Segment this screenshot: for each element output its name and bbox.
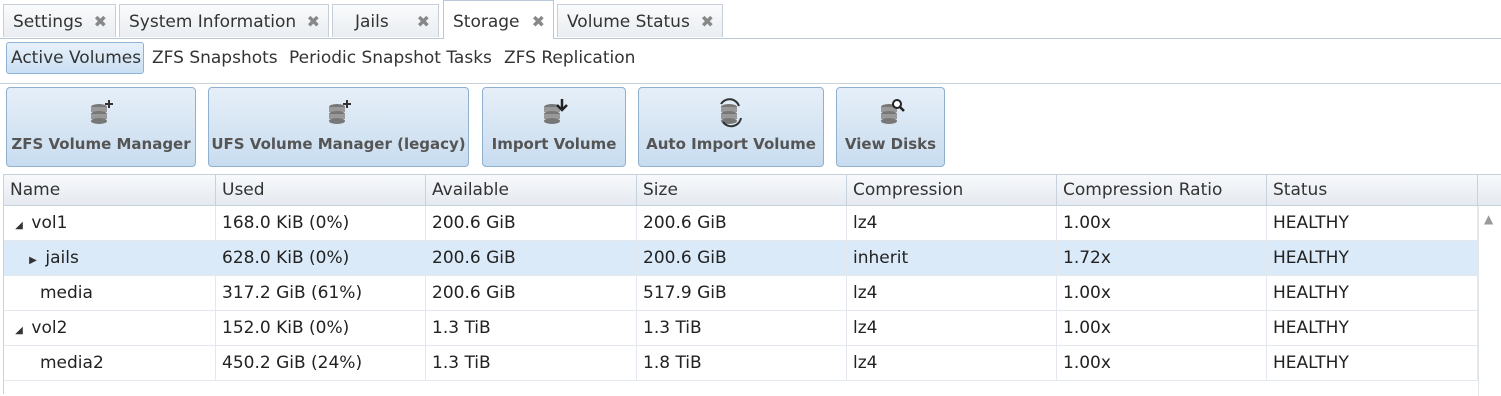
cell-compression: lz4	[847, 276, 1057, 310]
button-label: UFS Volume Manager (legacy)	[211, 135, 466, 153]
cell-compression: lz4	[847, 311, 1057, 345]
row-name: media	[40, 283, 93, 303]
auto-import-volume-button[interactable]: Auto Import Volume	[638, 87, 824, 167]
tab-label: Storage	[453, 12, 520, 32]
column-header-compression[interactable]: Compression	[847, 175, 1057, 205]
cell-available: 200.6 GiB	[426, 276, 637, 310]
tab-label: Jails	[355, 12, 389, 32]
cell-status: HEALTHY	[1267, 206, 1478, 240]
cell-used: 317.2 GiB (61%)	[216, 276, 426, 310]
cell-compression: inherit	[847, 241, 1057, 275]
table-row[interactable]: media 317.2 GiB (61%) 200.6 GiB 517.9 Gi…	[4, 276, 1478, 311]
cell-compression: lz4	[847, 206, 1057, 240]
vertical-scrollbar[interactable]: ▲	[1478, 206, 1501, 396]
column-header-compression-ratio[interactable]: Compression Ratio	[1057, 175, 1267, 205]
row-name: jails	[45, 248, 79, 268]
disk-search-icon	[880, 99, 905, 124]
zfs-volume-manager-button[interactable]: ZFS Volume Manager	[6, 87, 196, 167]
ufs-volume-manager-button[interactable]: UFS Volume Manager (legacy)	[208, 87, 469, 167]
subtab-zfs-snapshots[interactable]: ZFS Snapshots	[148, 42, 282, 74]
expand-arrow-icon[interactable]: ◢	[12, 314, 26, 348]
column-header-available[interactable]: Available	[426, 175, 637, 205]
cell-name: ◢ vol2	[4, 311, 216, 345]
disk-refresh-icon	[720, 98, 742, 128]
close-icon[interactable]: ✖	[94, 12, 107, 31]
tab-label: System Information	[129, 12, 297, 32]
cell-size: 200.6 GiB	[637, 241, 847, 275]
table-row[interactable]: ▶ jails 628.0 KiB (0%) 200.6 GiB 200.6 G…	[4, 241, 1478, 276]
cell-status: HEALTHY	[1267, 276, 1478, 310]
cell-used: 152.0 KiB (0%)	[216, 311, 426, 345]
cell-size: 517.9 GiB	[637, 276, 847, 310]
cell-available: 200.6 GiB	[426, 241, 637, 275]
cell-name: media2	[4, 346, 216, 380]
cell-compression: lz4	[847, 346, 1057, 380]
grid-header: Name Used Available Size Compression Com…	[4, 175, 1501, 206]
cell-size: 200.6 GiB	[637, 206, 847, 240]
cell-used: 168.0 KiB (0%)	[216, 206, 426, 240]
cell-used: 628.0 KiB (0%)	[216, 241, 426, 275]
subtab-periodic-snapshot-tasks[interactable]: Periodic Snapshot Tasks	[285, 42, 496, 74]
cell-size: 1.8 TiB	[637, 346, 847, 380]
volumes-grid: Name Used Available Size Compression Com…	[3, 174, 1501, 396]
cell-status: HEALTHY	[1267, 311, 1478, 345]
column-header-name[interactable]: Name	[4, 175, 216, 205]
disk-import-icon	[544, 99, 568, 124]
tab-settings[interactable]: Settings ✖	[3, 4, 116, 37]
cell-compression-ratio: 1.00x	[1057, 311, 1267, 345]
cell-status: HEALTHY	[1267, 346, 1478, 380]
cell-compression-ratio: 1.00x	[1057, 346, 1267, 380]
cell-name: media	[4, 276, 216, 310]
close-icon[interactable]: ✖	[417, 12, 430, 31]
button-label: Auto Import Volume	[646, 135, 816, 153]
button-label: View Disks	[844, 135, 937, 153]
subtab-active-volumes[interactable]: Active Volumes	[6, 42, 144, 74]
column-header-status[interactable]: Status	[1267, 175, 1478, 205]
button-label: ZFS Volume Manager	[11, 135, 191, 153]
tab-jails[interactable]: Jails ✖	[332, 4, 439, 37]
disk-add-icon	[91, 100, 113, 124]
cell-status: HEALTHY	[1267, 241, 1478, 275]
tab-label: Settings	[13, 12, 83, 32]
close-icon[interactable]: ✖	[532, 12, 545, 31]
button-label: Import Volume	[491, 135, 617, 153]
import-volume-button[interactable]: Import Volume	[482, 87, 626, 167]
cell-compression-ratio: 1.72x	[1057, 241, 1267, 275]
column-header-size[interactable]: Size	[637, 175, 847, 205]
cell-used: 450.2 GiB (24%)	[216, 346, 426, 380]
row-name: vol2	[31, 318, 68, 338]
expand-arrow-icon[interactable]: ◢	[12, 209, 26, 243]
column-header-used[interactable]: Used	[216, 175, 426, 205]
row-name: media2	[40, 353, 104, 373]
subtab-zfs-replication[interactable]: ZFS Replication	[500, 42, 639, 74]
tab-volume-status[interactable]: Volume Status ✖	[557, 4, 723, 37]
cell-available: 200.6 GiB	[426, 206, 637, 240]
cell-available: 1.3 TiB	[426, 346, 637, 380]
cell-compression-ratio: 1.00x	[1057, 206, 1267, 240]
disk-add-icon	[328, 100, 351, 124]
table-row[interactable]: ◢ vol2 152.0 KiB (0%) 1.3 TiB 1.3 TiB lz…	[4, 311, 1478, 346]
scroll-up-icon[interactable]: ▲	[1484, 212, 1493, 226]
cell-size: 1.3 TiB	[637, 311, 847, 345]
tab-storage[interactable]: Storage ✖	[443, 0, 554, 39]
cell-name: ▶ jails	[4, 241, 216, 275]
table-row[interactable]: media2 450.2 GiB (24%) 1.3 TiB 1.8 TiB l…	[4, 346, 1478, 381]
close-icon[interactable]: ✖	[701, 12, 714, 31]
main-tab-bar: Settings ✖ System Information ✖ Jails ✖ …	[0, 0, 1501, 39]
cell-name: ◢ vol1	[4, 206, 216, 240]
tab-system-information[interactable]: System Information ✖	[119, 4, 329, 37]
table-row[interactable]: ◢ vol1 168.0 KiB (0%) 200.6 GiB 200.6 Gi…	[4, 206, 1478, 241]
row-name: vol1	[31, 213, 68, 233]
cell-available: 1.3 TiB	[426, 311, 637, 345]
close-icon[interactable]: ✖	[307, 12, 320, 31]
collapsed-arrow-icon[interactable]: ▶	[26, 244, 40, 278]
tab-label: Volume Status	[567, 12, 690, 32]
view-disks-button[interactable]: View Disks	[836, 87, 945, 167]
cell-compression-ratio: 1.00x	[1057, 276, 1267, 310]
storage-subtab-bar: Active Volumes ZFS Snapshots Periodic Sn…	[0, 39, 1501, 84]
